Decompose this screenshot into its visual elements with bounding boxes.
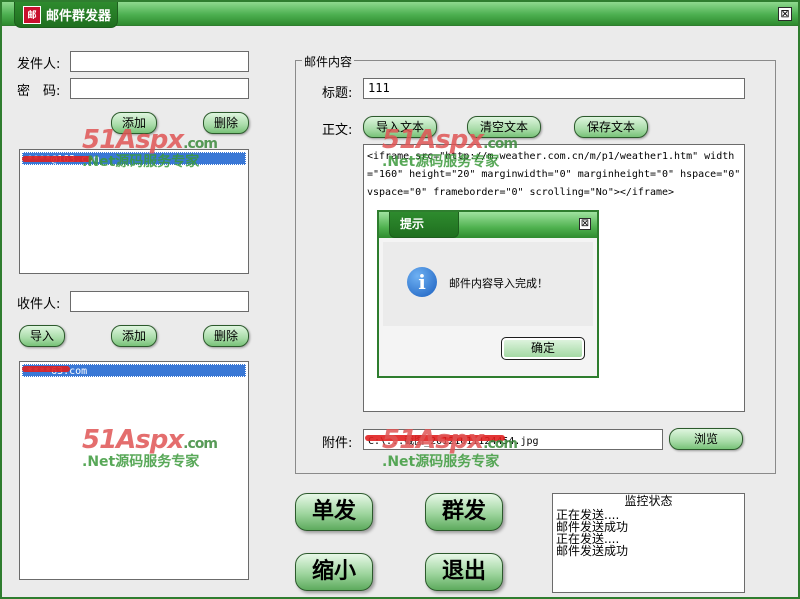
watermark-domain: .com: [183, 436, 218, 452]
minimize-button[interactable]: 缩小: [295, 553, 373, 591]
body-label: 正文:: [322, 123, 353, 138]
monitor-title: 监控状态: [624, 494, 673, 508]
window-close-icon[interactable]: ⊠: [778, 7, 792, 21]
subject-input[interactable]: 111: [363, 78, 745, 99]
recipient-delete-button[interactable]: 删除: [203, 325, 249, 347]
subject-label: 标题:: [322, 86, 353, 101]
watermark-logo: 51Aspx.com .Net源码服务专家: [82, 425, 218, 471]
dialog-title: 提示: [389, 212, 459, 238]
info-icon: i: [407, 267, 437, 297]
title-tab: 邮 邮件群发器: [14, 2, 118, 28]
dialog-message: 邮件内容导入完成！: [449, 277, 548, 290]
monitor-line: 邮件发送成功: [556, 544, 629, 558]
watermark-domain: .com: [483, 136, 518, 152]
watermark-logo: 51Aspx.com .Net源码服务专家: [82, 125, 218, 171]
watermark-subtitle: .Net源码服务专家: [82, 154, 200, 170]
password-label: 密 码:: [17, 84, 61, 99]
recipient-import-button[interactable]: 导入: [19, 325, 65, 347]
save-text-button[interactable]: 保存文本: [574, 116, 648, 138]
watermark-domain: .com: [483, 436, 518, 452]
group-send-button[interactable]: 群发: [425, 493, 503, 531]
recipient-add-button[interactable]: 添加: [111, 325, 157, 347]
recipient-label: 收件人:: [17, 297, 61, 312]
dialog-title-bar[interactable]: 提示 ⊠: [379, 212, 597, 238]
redaction-mark: [22, 366, 70, 372]
info-dialog: 提示 ⊠ i 邮件内容导入完成！ 确定: [377, 210, 599, 378]
recipient-input[interactable]: [70, 291, 249, 312]
attachment-label: 附件:: [322, 436, 353, 451]
main-window: 邮 邮件群发器 ⊠ 发件人: 密 码: 添加 删除 ****@163.com 收…: [0, 0, 800, 599]
watermark-subtitle: .Net源码服务专家: [382, 454, 500, 470]
watermark-logo: 51Aspx.com .Net源码服务专家: [382, 125, 518, 171]
sender-label: 发件人:: [17, 57, 61, 72]
window-title: 邮件群发器: [46, 9, 112, 24]
watermark-subtitle: .Net源码服务专家: [82, 454, 200, 470]
single-send-button[interactable]: 单发: [295, 493, 373, 531]
watermark-domain: .com: [183, 136, 218, 152]
ok-button[interactable]: 确定: [501, 337, 585, 360]
password-input[interactable]: [70, 78, 249, 99]
monitor-status-box[interactable]: 监控状态 正在发送.... 邮件发送成功 正在发送.... 邮件发送成功: [552, 493, 745, 593]
sender-input[interactable]: [70, 51, 249, 72]
app-mail-icon: 邮: [23, 5, 41, 24]
watermark-logo: 51Aspx.com .Net源码服务专家: [382, 425, 518, 471]
browse-button[interactable]: 浏览: [669, 428, 743, 450]
dialog-close-icon[interactable]: ⊠: [579, 218, 591, 230]
exit-button[interactable]: 退出: [425, 553, 503, 591]
mail-content-group-title: 邮件内容: [302, 53, 355, 70]
title-bar[interactable]: 邮 邮件群发器 ⊠: [2, 2, 798, 28]
watermark-subtitle: .Net源码服务专家: [382, 154, 500, 170]
